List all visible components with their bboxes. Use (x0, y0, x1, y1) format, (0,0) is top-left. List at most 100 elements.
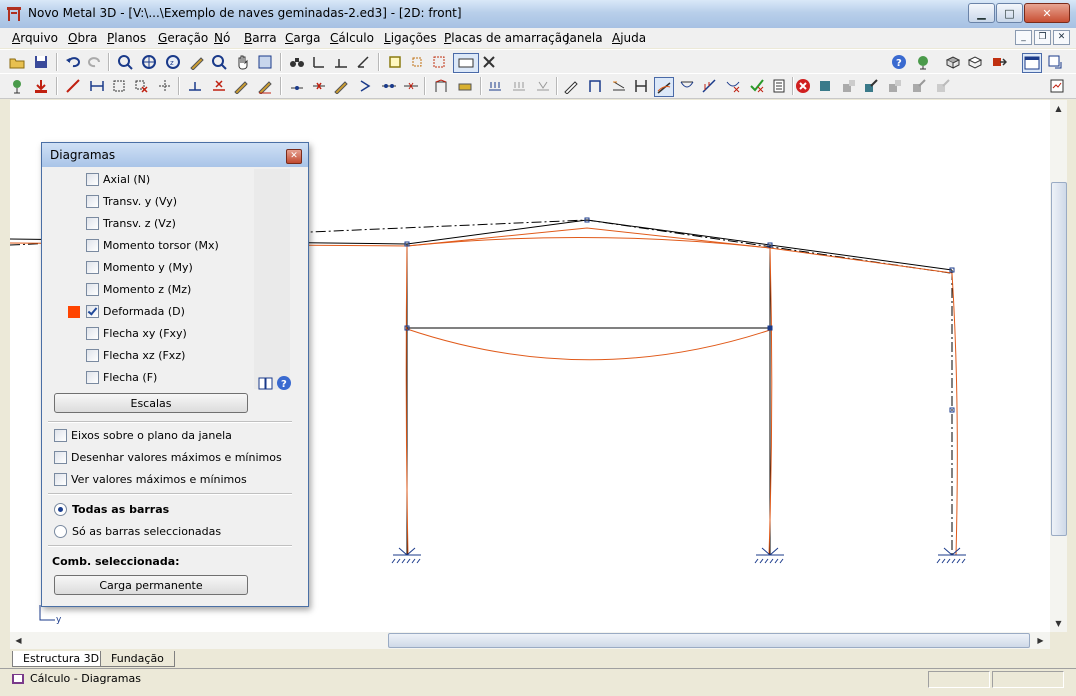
square-icon[interactable] (816, 77, 834, 95)
checkbox[interactable] (86, 260, 99, 274)
tab-fundacao[interactable]: Fundação (100, 651, 175, 667)
menu-obra[interactable]: Obra (68, 31, 97, 45)
radio-selected-bars[interactable]: Só as barras seleccionadas (54, 522, 221, 540)
beam-icon[interactable] (700, 77, 718, 95)
scales-button[interactable]: Escalas (54, 393, 248, 413)
list-icon[interactable] (770, 77, 788, 95)
help-icon[interactable]: ? (890, 53, 908, 71)
maximize-button[interactable]: □ (996, 3, 1023, 23)
menu-ligacoes[interactable]: Ligações (384, 31, 437, 45)
cross-icon[interactable] (210, 77, 228, 95)
wave-icon[interactable] (610, 77, 628, 95)
diagram-item-mz[interactable]: Momento z (Mz) (86, 280, 191, 298)
open-icon[interactable] (8, 53, 26, 71)
radio-all-bars[interactable]: Todas as barras (54, 500, 169, 518)
diagram-item-vy[interactable]: Transv. y (Vy) (86, 192, 177, 210)
eye-icon[interactable] (966, 53, 984, 71)
horizontal-scrollbar[interactable]: ◀ ▶ (10, 632, 1050, 649)
report-icon[interactable] (1048, 77, 1066, 95)
branch-icon[interactable] (356, 77, 374, 95)
checkbox[interactable] (86, 326, 99, 340)
checkbox[interactable] (86, 282, 99, 296)
link-icon[interactable] (380, 77, 398, 95)
menu-no[interactable]: Nó (214, 31, 230, 45)
undo-icon[interactable] (64, 53, 82, 71)
help-icon[interactable]: ? (276, 375, 292, 391)
checkbox[interactable] (86, 370, 99, 384)
portal-icon[interactable] (586, 77, 604, 95)
option-axes-plane[interactable]: Eixos sobre o plano da janela (54, 426, 232, 444)
plane-icon[interactable] (332, 53, 350, 71)
window-switch-icon[interactable] (1046, 53, 1064, 71)
arrows-icon[interactable] (402, 77, 420, 95)
menu-planos[interactable]: Planos (107, 31, 146, 45)
diagram-item-vz[interactable]: Transv. z (Vz) (86, 214, 176, 232)
close-button[interactable]: ✕ (1024, 3, 1070, 23)
pen2-icon[interactable] (256, 77, 274, 95)
grid-icon[interactable] (408, 53, 426, 71)
menu-ajuda[interactable]: Ajuda (612, 31, 646, 45)
diagram-item-my[interactable]: Momento y (My) (86, 258, 193, 276)
load-icon[interactable] (486, 77, 504, 95)
scroll-right-icon[interactable]: ▶ (1032, 632, 1049, 649)
scale-icon[interactable] (156, 77, 174, 95)
checkbox[interactable] (86, 348, 99, 362)
load3-icon[interactable] (534, 77, 552, 95)
window-icon[interactable] (1022, 53, 1042, 73)
delete-icon[interactable] (132, 77, 150, 95)
buckle-icon[interactable] (678, 77, 696, 95)
keyboard-icon[interactable] (453, 53, 479, 73)
dim-icon[interactable] (88, 77, 106, 95)
pen3-icon[interactable] (562, 77, 580, 95)
diagram-item-flecha[interactable]: Flecha (F) (86, 368, 157, 386)
book-icon[interactable] (258, 375, 274, 391)
design5-icon[interactable] (934, 77, 952, 95)
diagram-item-deformada[interactable]: Deformada (D) (86, 302, 185, 320)
tools-icon[interactable] (480, 53, 498, 71)
calc-icon[interactable] (432, 77, 450, 95)
vertical-scroll-thumb[interactable] (1051, 182, 1067, 536)
menu-placas[interactable]: Placas de amarração (444, 31, 569, 45)
tab-estructura-3d[interactable]: Estructura 3D (12, 651, 111, 667)
pen-icon[interactable] (232, 77, 250, 95)
menu-geracao[interactable]: Geração (158, 31, 208, 45)
stop-icon[interactable] (794, 77, 812, 95)
deform-icon[interactable] (654, 77, 674, 97)
design-icon[interactable] (840, 77, 858, 95)
scroll-up-icon[interactable]: ▲ (1050, 100, 1067, 117)
zoom-all-icon[interactable] (140, 53, 158, 71)
zoom-window-icon[interactable] (210, 53, 228, 71)
menu-janela[interactable]: Janela (566, 31, 603, 45)
deformed-color-swatch[interactable] (68, 306, 80, 318)
globe-icon[interactable] (914, 53, 932, 71)
edit-icon[interactable] (188, 53, 206, 71)
checkbox[interactable] (86, 238, 99, 252)
pan-icon[interactable] (234, 53, 252, 71)
binoculars-icon[interactable] (288, 53, 306, 71)
zoom-icon[interactable]: z (164, 53, 182, 71)
scroll-down-icon[interactable]: ▼ (1050, 615, 1067, 632)
design3-icon[interactable] (886, 77, 904, 95)
menu-arquivo[interactable]: Arquivo (12, 31, 58, 45)
print-icon[interactable] (456, 77, 474, 95)
axes-icon[interactable] (310, 53, 328, 71)
vertical-scrollbar[interactable]: ▲ ▼ (1050, 100, 1067, 632)
check-icon[interactable] (748, 77, 766, 95)
diagram-item-fxy[interactable]: Flecha xy (Fxy) (86, 324, 187, 342)
dialog-close-button[interactable]: ✕ (286, 149, 302, 164)
node-icon[interactable] (8, 77, 26, 95)
checkbox-checked[interactable] (86, 304, 99, 318)
box-select-icon[interactable] (110, 77, 128, 95)
dot-icon[interactable] (288, 77, 306, 95)
diagram-item-mx[interactable]: Momento torsor (Mx) (86, 236, 219, 254)
load2-icon[interactable] (510, 77, 528, 95)
scroll-left-icon[interactable]: ◀ (10, 632, 27, 649)
combination-button[interactable]: Carga permanente (54, 575, 248, 595)
view-icon[interactable] (354, 53, 372, 71)
select-icon[interactable] (116, 53, 134, 71)
radio-selected[interactable] (54, 502, 67, 516)
horizontal-scroll-thumb[interactable] (388, 633, 1030, 648)
mdi-minimize-button[interactable]: _ (1015, 30, 1032, 45)
minimize-button[interactable]: ▁ (968, 3, 995, 23)
model-icon[interactable] (944, 53, 962, 71)
